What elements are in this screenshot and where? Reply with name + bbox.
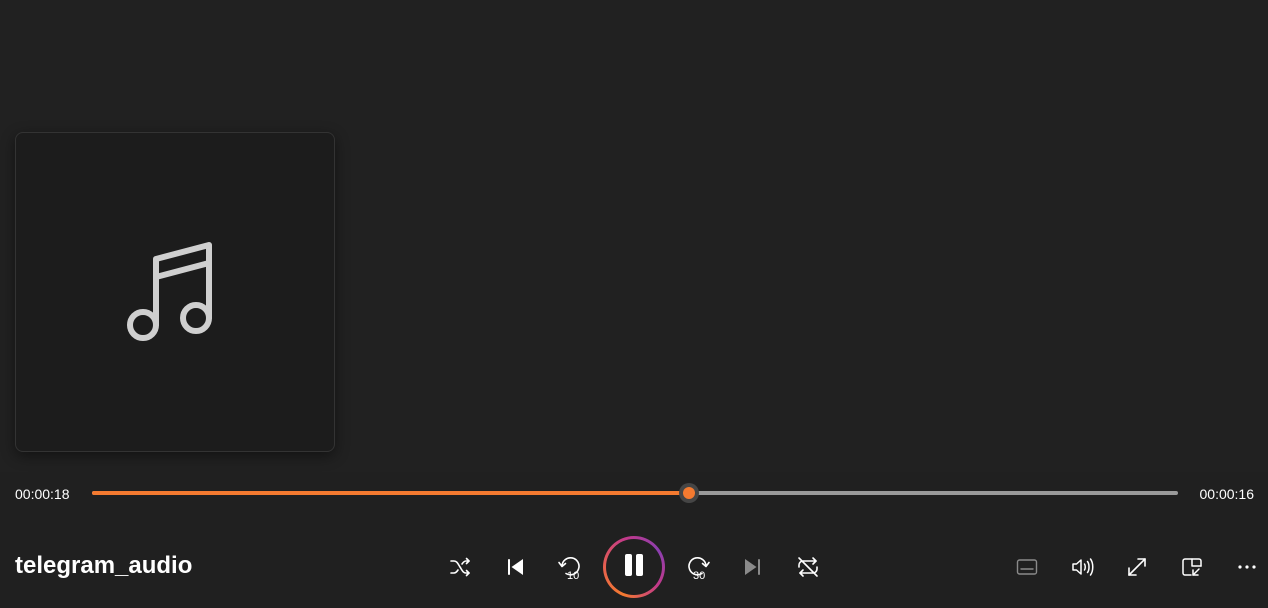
repeat-icon [795, 554, 821, 580]
forward-30-label: 30 [693, 570, 705, 581]
remaining-time: 00:00:16 [1199, 486, 1255, 502]
skip-back-10-button[interactable]: 10 [550, 547, 590, 587]
miniplayer-icon [1180, 555, 1204, 579]
shuffle-icon [448, 555, 472, 579]
skip-forward-30-button[interactable]: 30 [678, 547, 718, 587]
next-button[interactable] [733, 547, 773, 587]
seek-progress [92, 491, 690, 495]
pause-icon [621, 552, 647, 583]
rewind-10-label: 10 [567, 570, 579, 581]
play-pause-button[interactable] [603, 536, 665, 598]
previous-track-icon [503, 555, 527, 579]
volume-icon [1070, 555, 1094, 579]
seek-slider[interactable] [92, 483, 1178, 503]
repeat-button[interactable] [788, 547, 828, 587]
fullscreen-icon [1125, 555, 1149, 579]
miniplayer-button[interactable] [1172, 547, 1212, 587]
media-player-window: 00:00:18 00:00:16 telegram_audio 10 30 [0, 0, 1268, 608]
play-pause-inner [606, 539, 662, 595]
rewind-10-icon: 10 [556, 553, 584, 581]
next-track-icon [741, 555, 765, 579]
elapsed-time: 00:00:18 [15, 486, 70, 502]
captions-icon [1015, 555, 1039, 579]
media-title: telegram_audio [15, 552, 193, 579]
captions-button[interactable] [1007, 547, 1047, 587]
album-art [15, 132, 335, 452]
music-note-icon [125, 237, 225, 347]
seek-thumb[interactable] [679, 483, 700, 503]
more-icon [1235, 555, 1259, 579]
fullscreen-button[interactable] [1117, 547, 1157, 587]
volume-button[interactable] [1062, 547, 1102, 587]
forward-30-icon: 30 [684, 553, 712, 581]
shuffle-button[interactable] [440, 547, 480, 587]
previous-button[interactable] [495, 547, 535, 587]
more-options-button[interactable] [1227, 547, 1267, 587]
